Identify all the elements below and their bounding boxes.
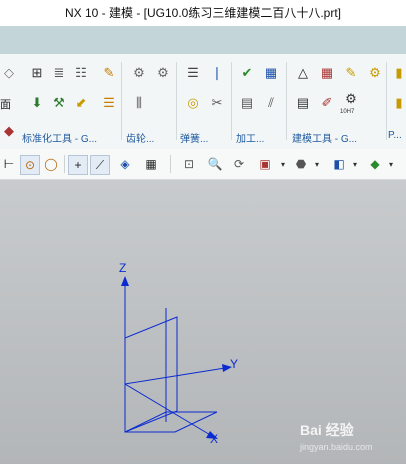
z-arrowhead: [121, 276, 129, 286]
group-label-p[interactable]: P...: [388, 130, 402, 141]
group-separator: [386, 62, 387, 140]
grid-check-icon[interactable]: ▦: [262, 64, 280, 82]
fit-code-label: 10H7: [340, 109, 355, 115]
quadrant-snap-icon[interactable]: ◯: [42, 155, 60, 173]
triangle-icon[interactable]: △: [294, 64, 312, 82]
partial-tool-icon-2[interactable]: ◆: [0, 122, 18, 140]
watermark: Bai 经验 jingyan.baidu.com: [300, 420, 373, 452]
line-snap-icon[interactable]: ⟋: [90, 155, 110, 175]
grid-icon[interactable]: ▦: [142, 155, 160, 173]
parts-list-icon[interactable]: ☰: [100, 94, 118, 112]
center-point-snap-icon[interactable]: ⊙: [20, 155, 40, 175]
group-separator: [121, 62, 122, 140]
fit-gear-icon[interactable]: ⚙: [342, 90, 360, 108]
arrow-tool-icon[interactable]: ⬇: [28, 94, 46, 112]
view-orient-dropdown-icon[interactable]: ▾: [274, 155, 292, 173]
y-axis[interactable]: [124, 367, 226, 385]
x-axis-label: X: [210, 432, 218, 446]
group-label-machining[interactable]: 加工...: [236, 130, 264, 145]
zoom-icon[interactable]: 🔍: [206, 155, 224, 173]
ribbon-tab-strip: [0, 26, 406, 54]
selection-toolbar: ⊢ ⊙ ◯ + ⟋ ◈ ▦ ⊡ 🔍 ⟳ ▣ ▾ ⬣ ▾ ◧ ▾ ◆ ▾: [0, 149, 406, 180]
render-style-dropdown-icon[interactable]: ▾: [308, 155, 326, 173]
toolbar-separator: [170, 155, 171, 173]
hammer-icon[interactable]: ⚒: [50, 94, 68, 112]
ribbon: ◇ 面 ◆ ⊞ ≣ ☷ ✎ ⬇ ⚒ ⬋ ☰ 标准化工具 - G... ⚙ ⚙ ⫼…: [0, 54, 406, 150]
folder-arrow-icon[interactable]: ⬋: [72, 94, 90, 112]
watermark-brand: Bai 经验: [300, 422, 354, 438]
ribbon-side-label: 面: [0, 99, 11, 111]
gear-pair-icon[interactable]: ⚙: [130, 64, 148, 82]
standard-part-icon[interactable]: ⊞: [28, 64, 46, 82]
edit-section-dropdown-icon[interactable]: ▾: [382, 155, 400, 173]
database-icon[interactable]: ☷: [72, 64, 90, 82]
watermark-url: jingyan.baidu.com: [300, 442, 373, 452]
y-axis-label: Y: [230, 357, 238, 371]
view-orient-icon[interactable]: ▣: [256, 155, 274, 173]
table-icon[interactable]: ▦: [318, 64, 336, 82]
layer-stack-icon[interactable]: ≣: [50, 64, 68, 82]
document-icon[interactable]: ▤: [294, 94, 312, 112]
group-label-gears[interactable]: 齿轮...: [126, 130, 154, 145]
coil-spring-icon[interactable]: ◎: [184, 94, 202, 112]
settings-icon[interactable]: ⚙: [366, 64, 384, 82]
group-separator: [286, 62, 287, 140]
group-separator: [176, 62, 177, 140]
window-title: NX 10 - 建模 - [UG10.0练习三维建模二百八十八.prt]: [0, 0, 406, 26]
datum-plane-xy[interactable]: [124, 411, 218, 433]
check-icon[interactable]: ✔: [238, 64, 256, 82]
partial-folder-icon[interactable]: ▮: [390, 64, 406, 82]
machining-table-icon[interactable]: ▤: [238, 94, 256, 112]
partial-folder-icon-2[interactable]: ▮: [390, 94, 406, 112]
x-axis[interactable]: [124, 383, 213, 437]
group-separator: [231, 62, 232, 140]
group-label-springs[interactable]: 弹簧...: [180, 130, 208, 145]
gear-bars-icon[interactable]: ⫼: [130, 94, 148, 112]
pen-icon[interactable]: ✐: [318, 94, 336, 112]
spring-list-icon[interactable]: ☰: [184, 64, 202, 82]
cube-dropdown-icon[interactable]: ▾: [346, 155, 364, 173]
partial-tool-icon[interactable]: ◇: [0, 64, 18, 82]
group-label-modeling-tools[interactable]: 建模工具 - G...: [292, 130, 357, 145]
edit-icon[interactable]: ✎: [342, 64, 360, 82]
partial-snap-icon[interactable]: ⊢: [0, 155, 18, 173]
toolbar-separator: [64, 155, 65, 173]
pencil-icon[interactable]: ✎: [100, 64, 118, 82]
rotate-icon[interactable]: ⟳: [230, 155, 248, 173]
face-select-icon[interactable]: ◈: [116, 155, 134, 173]
fit-view-icon[interactable]: ⊡: [180, 155, 198, 173]
z-axis-label: Z: [119, 261, 126, 275]
group-label-standard-tools[interactable]: 标准化工具 - G...: [22, 130, 97, 145]
spring-tool-icon[interactable]: ✂: [208, 94, 226, 112]
intersection-snap-icon[interactable]: +: [68, 155, 88, 175]
spring-icon[interactable]: ❘: [208, 64, 226, 82]
gear-mesh-icon[interactable]: ⚙: [154, 64, 172, 82]
machining-tool-icon[interactable]: ⫽: [262, 94, 280, 112]
datum-plane-xz[interactable]: [124, 316, 178, 433]
